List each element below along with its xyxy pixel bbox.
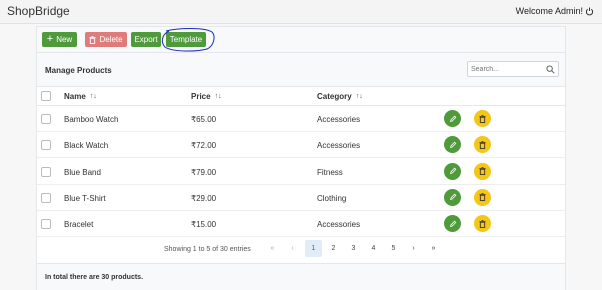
product-name: Bamboo Watch: [64, 115, 119, 124]
row-checkbox[interactable]: [41, 114, 51, 124]
paginator: Showing 1 to 5 of 30 entries « ‹ 1 2 3 4…: [37, 237, 565, 263]
trash-icon: [479, 219, 486, 228]
trash-icon: [479, 114, 486, 123]
delete-row-button[interactable]: [474, 110, 491, 127]
top-navbar: ShopBridge Welcome Admin!: [0, 0, 602, 24]
product-category: Accessories: [317, 115, 361, 124]
table-row: Blue Band ₹79.00 Fitness: [37, 159, 565, 185]
row-checkbox[interactable]: [41, 140, 51, 151]
products-card: + New Delete Export Template Manage Prod…: [36, 26, 566, 290]
column-category-label: Category: [317, 92, 352, 101]
product-category: Accessories: [317, 220, 361, 230]
pagination-summary: Showing 1 to 5 of 30 entries: [164, 246, 251, 253]
product-price: ₹65.00: [191, 115, 217, 124]
welcome-text: Welcome Admin!: [515, 6, 583, 16]
product-price: ₹72.00: [191, 141, 217, 151]
table-header: Name ↑↓ Price ↑↓ Category ↑↓: [37, 87, 565, 106]
table-row: Bracelet ₹15.00 Accessories: [37, 211, 565, 238]
delete-row-button[interactable]: [474, 215, 491, 233]
product-name: Blue Band: [64, 167, 101, 177]
product-category: Accessories: [317, 141, 361, 151]
select-all-checkbox[interactable]: [41, 91, 51, 101]
delete-row-button[interactable]: [474, 188, 491, 206]
plus-icon: +: [46, 33, 54, 45]
table-footer: In total there are 30 products.: [37, 263, 565, 290]
trash-icon: [479, 140, 486, 149]
power-icon[interactable]: [585, 6, 594, 16]
product-price: ₹29.00: [191, 193, 217, 203]
table-caption-bar: Manage Products: [37, 53, 565, 87]
total-products-text: In total there are 30 products.: [45, 274, 144, 281]
export-button[interactable]: Export: [131, 32, 161, 47]
edit-button[interactable]: [444, 215, 461, 233]
template-button[interactable]: Template: [166, 32, 206, 47]
product-price: ₹79.00: [191, 167, 217, 177]
pencil-icon: [449, 193, 457, 201]
page-title: Manage Products: [45, 66, 112, 75]
new-button[interactable]: + New: [42, 32, 77, 47]
edit-button[interactable]: [444, 136, 461, 154]
product-name: Bracelet: [64, 220, 94, 230]
column-name-header[interactable]: Name ↑↓: [64, 92, 97, 101]
column-category-header[interactable]: Category ↑↓: [317, 92, 363, 101]
brand-title[interactable]: ShopBridge: [7, 4, 70, 18]
delete-row-button[interactable]: [474, 136, 491, 154]
edit-button[interactable]: [444, 162, 461, 180]
page-button-5[interactable]: 5: [385, 240, 402, 257]
product-name: Blue T-Shirt: [64, 193, 106, 203]
new-button-label: New: [56, 35, 73, 44]
table-row: Bamboo Watch ₹65.00 Accessories: [37, 106, 565, 132]
column-name-label: Name: [64, 92, 86, 101]
first-page-button[interactable]: «: [264, 240, 281, 257]
column-price-header[interactable]: Price ↑↓: [191, 92, 222, 101]
next-page-button[interactable]: ›: [405, 240, 422, 257]
page-button-1[interactable]: 1: [305, 240, 322, 257]
row-checkbox[interactable]: [41, 166, 51, 177]
trash-icon: [89, 35, 96, 44]
pencil-icon: [449, 220, 457, 228]
user-menu[interactable]: Welcome Admin!: [516, 6, 594, 16]
delete-button[interactable]: Delete: [85, 32, 127, 47]
trash-icon: [479, 193, 486, 202]
prev-page-button[interactable]: ‹: [284, 240, 301, 257]
row-checkbox[interactable]: [41, 219, 51, 230]
template-button-label: Template: [169, 35, 203, 44]
page-button-2[interactable]: 2: [325, 240, 342, 257]
pencil-icon: [449, 167, 457, 175]
page-button-4[interactable]: 4: [365, 240, 382, 257]
table-row: Black Watch ₹72.00 Accessories: [37, 132, 565, 159]
column-price-label: Price: [191, 92, 211, 101]
last-page-button[interactable]: »: [425, 240, 442, 257]
sort-icon[interactable]: ↑↓: [90, 93, 97, 100]
sort-icon[interactable]: ↑↓: [356, 93, 363, 100]
table-row: Blue T-Shirt ₹29.00 Clothing: [37, 185, 565, 211]
delete-button-label: Delete: [99, 35, 123, 44]
edit-button[interactable]: [444, 188, 461, 206]
product-category: Clothing: [317, 193, 347, 203]
edit-button[interactable]: [444, 110, 461, 127]
product-category: Fitness: [317, 167, 343, 177]
delete-row-button[interactable]: [474, 162, 491, 180]
row-checkbox[interactable]: [41, 192, 51, 203]
pencil-icon: [449, 141, 457, 149]
export-button-label: Export: [134, 35, 158, 44]
sort-icon[interactable]: ↑↓: [215, 93, 222, 100]
page-button-3[interactable]: 3: [345, 240, 362, 257]
toolbar: + New Delete Export Template: [37, 27, 565, 53]
trash-icon: [479, 167, 486, 176]
product-name: Black Watch: [64, 141, 109, 151]
product-price: ₹15.00: [191, 220, 217, 230]
pencil-icon: [449, 115, 457, 123]
search-icon: [546, 65, 555, 74]
